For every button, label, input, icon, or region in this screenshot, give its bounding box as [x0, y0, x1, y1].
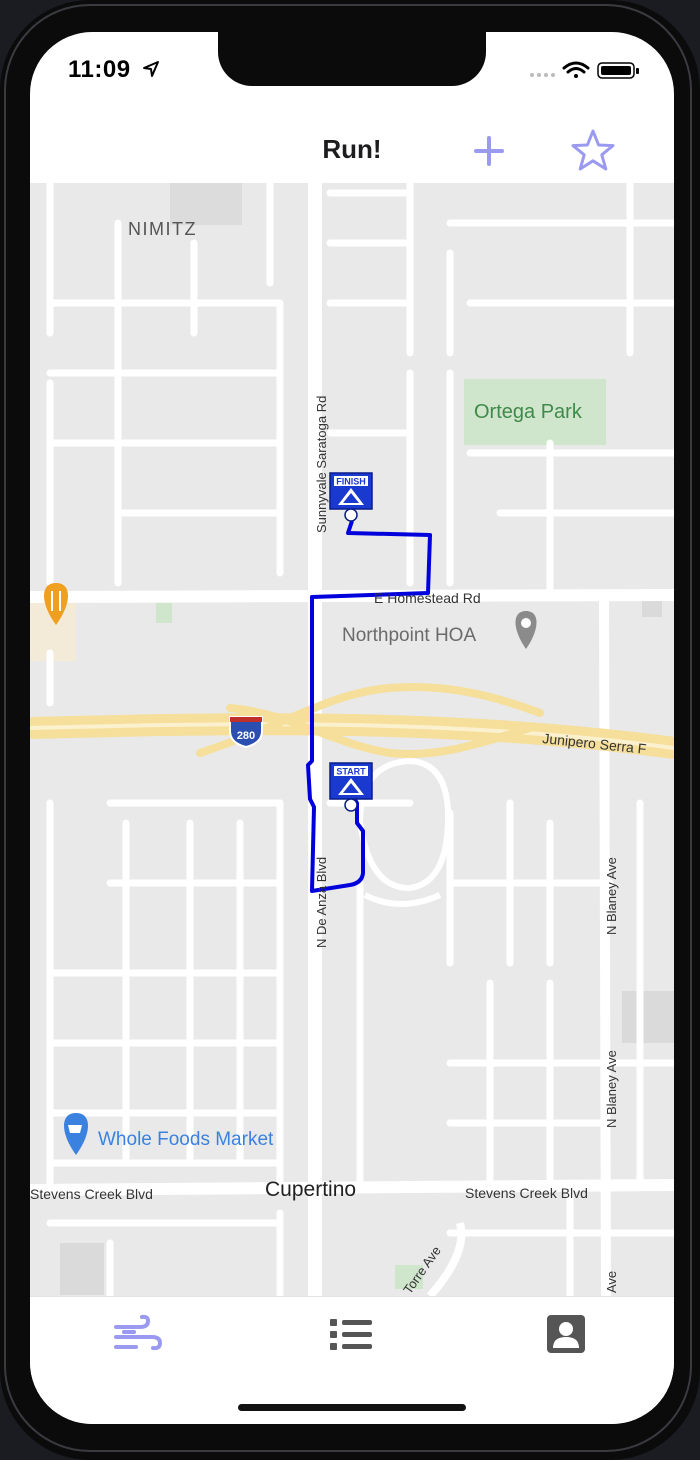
favorite-button[interactable]: [568, 126, 618, 176]
street-label-de-anza: N De Anza Blvd: [314, 857, 329, 948]
wifi-icon: [562, 61, 590, 78]
screen: 11:09 Run! FINISH START 280 NIMITZ Orteg…: [30, 32, 674, 1424]
street-label-homestead: E Homestead Rd: [374, 590, 481, 606]
blaney-avenue: [599, 592, 611, 1296]
star-icon: [571, 129, 615, 171]
battery-icon: [597, 62, 639, 79]
street-label-stevens-left: Stevens Creek Blvd: [30, 1186, 153, 1202]
poi-label-whole-foods: Whole Foods Market: [98, 1129, 274, 1150]
freeway-shield-icon: 280: [229, 716, 263, 749]
add-run-button[interactable]: [464, 126, 514, 176]
poi-label-northpoint: Northpoint HOA: [342, 625, 476, 646]
street-label-blaney-2: N Blaney Ave: [604, 1050, 619, 1128]
tab-run[interactable]: [106, 1313, 166, 1357]
freeway-shield-label: 280: [237, 730, 255, 742]
neighborhood-label: NIMITZ: [128, 219, 197, 239]
home-indicator[interactable]: [238, 1404, 466, 1411]
park-label: Ortega Park: [474, 401, 583, 423]
finish-marker-label: FINISH: [336, 477, 366, 487]
device-frame: 11:09 Run! FINISH START 280 NIMITZ Orteg…: [0, 0, 700, 1460]
city-label: Cupertino: [265, 1178, 356, 1201]
street-label-saratoga: Sunnyvale Saratoga Rd: [314, 396, 329, 533]
status-icons: [530, 61, 639, 79]
list-icon: [330, 1319, 372, 1350]
tab-profile[interactable]: [536, 1313, 596, 1357]
notch: [218, 32, 486, 86]
map-canvas: FINISH START 280 NIMITZ Ortega Park E Ho…: [30, 183, 674, 1296]
wind-icon: [114, 1314, 163, 1351]
status-time: 11:09: [68, 56, 131, 83]
street-label-stevens-right: Stevens Creek Blvd: [465, 1185, 588, 1201]
tab-list[interactable]: [322, 1313, 382, 1357]
route-map[interactable]: FINISH START 280 NIMITZ Ortega Park E Ho…: [30, 183, 674, 1296]
profile-icon: [547, 1315, 585, 1353]
start-marker-label: START: [336, 767, 366, 777]
plus-icon: [474, 136, 504, 166]
street-label-blaney-1: N Blaney Ave: [604, 857, 619, 935]
street-label-blaney-3: Ave: [604, 1271, 619, 1293]
location-arrow-icon: [143, 61, 159, 77]
cellular-signal-icon: [530, 73, 555, 77]
navigation-bar: Run!: [30, 120, 674, 182]
